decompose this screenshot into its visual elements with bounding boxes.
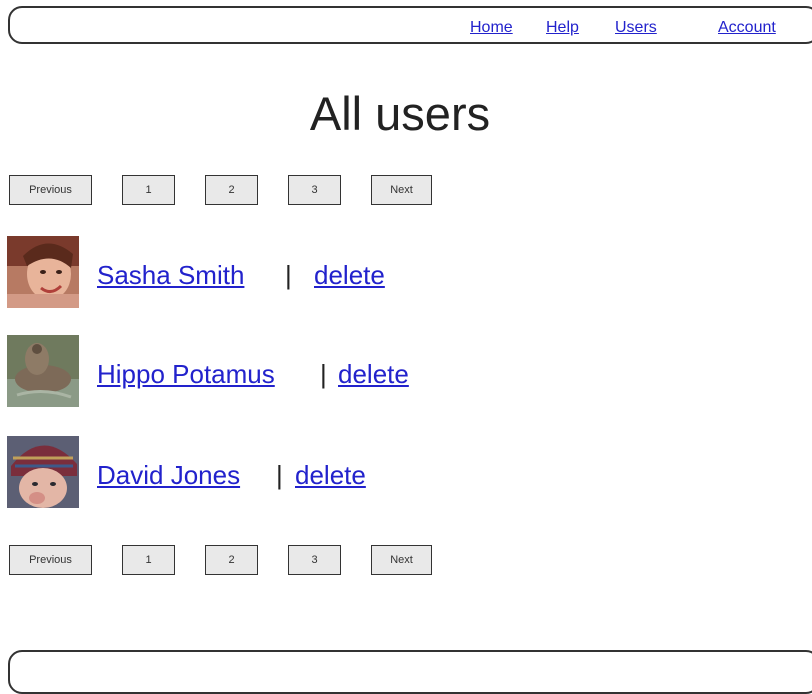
pagination-next-button[interactable]: Next — [371, 175, 432, 205]
pagination-bottom: Previous 1 2 3 Next — [9, 545, 449, 575]
delete-user-link[interactable]: delete — [314, 260, 385, 291]
user-list-item: Hippo Potamus | delete — [7, 335, 797, 409]
pagination-page-2-button[interactable]: 2 — [205, 545, 258, 575]
pagination-page-3-button[interactable]: 3 — [288, 545, 341, 575]
pagination-previous-button[interactable]: Previous — [9, 545, 92, 575]
avatar-image — [7, 436, 79, 508]
user-name-link[interactable]: Sasha Smith — [97, 260, 244, 291]
pagination-previous-button[interactable]: Previous — [9, 175, 92, 205]
separator: | — [285, 260, 292, 290]
delete-user-link[interactable]: delete — [295, 460, 366, 491]
pagination-page-2-button[interactable]: 2 — [205, 175, 258, 205]
pagination-page-3-button[interactable]: 3 — [288, 175, 341, 205]
nav-link-help[interactable]: Help — [546, 19, 579, 37]
avatar-child[interactable] — [7, 436, 79, 508]
header-bar — [8, 6, 812, 44]
pagination-next-button[interactable]: Next — [371, 545, 432, 575]
pagination-page-1-button[interactable]: 1 — [122, 545, 175, 575]
delete-user-link[interactable]: delete — [338, 359, 409, 390]
page-title: All users — [309, 87, 491, 140]
nav-link-users[interactable]: Users — [615, 19, 657, 37]
avatar-image — [7, 335, 79, 407]
user-list-item: Sasha Smith | delete — [7, 236, 797, 310]
separator: | — [320, 359, 327, 389]
user-name-link[interactable]: David Jones — [97, 460, 240, 491]
avatar-hippo[interactable] — [7, 335, 79, 407]
separator: | — [276, 460, 283, 490]
nav-link-account[interactable]: Account — [718, 19, 776, 37]
avatar-image — [7, 236, 79, 308]
user-list-item: David Jones | delete — [7, 436, 797, 510]
avatar-woman[interactable] — [7, 236, 79, 308]
footer-bar — [8, 650, 812, 694]
pagination-top: Previous 1 2 3 Next — [9, 175, 449, 205]
pagination-page-1-button[interactable]: 1 — [122, 175, 175, 205]
nav-link-home[interactable]: Home — [470, 19, 513, 37]
user-name-link[interactable]: Hippo Potamus — [97, 359, 275, 390]
